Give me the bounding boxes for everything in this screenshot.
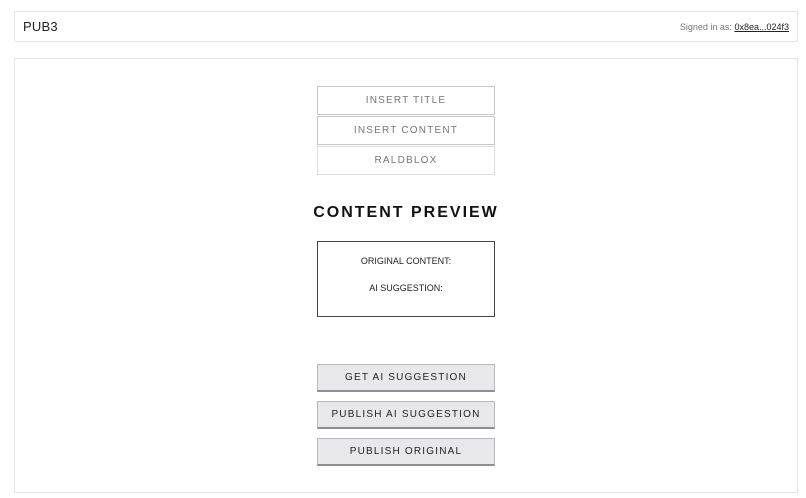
preview-box: ORIGINAL CONTENT: AI SUGGESTION: [317,241,495,317]
publish-ai-suggestion-button[interactable]: PUBLISH AI SUGGESTION [317,401,495,429]
main-panel: INSERT TITLE INSERT CONTENT RALDBLOX CON… [14,58,798,493]
account-address-link[interactable]: 0x8ea...024f3 [734,22,789,32]
top-header: PUB3 Signed in as: 0x8ea...024f3 [14,11,798,42]
brand-logo: PUB3 [23,19,58,34]
preview-heading: CONTENT PREVIEW [313,204,499,221]
original-content-label: ORIGINAL CONTENT: [360,256,452,266]
signed-in-label: Signed in as: [679,22,732,32]
content-input[interactable]: INSERT CONTENT [317,116,495,145]
get-ai-suggestion-button[interactable]: GET AI SUGGESTION [317,364,495,392]
ai-suggestion-label: AI SUGGESTION: [369,283,443,293]
signed-in-info: Signed in as: 0x8ea...024f3 [680,22,789,32]
title-input[interactable]: INSERT TITLE [317,86,495,115]
publish-original-button[interactable]: PUBLISH ORIGINAL [317,438,495,466]
tag-input[interactable]: RALDBLOX [317,146,495,175]
